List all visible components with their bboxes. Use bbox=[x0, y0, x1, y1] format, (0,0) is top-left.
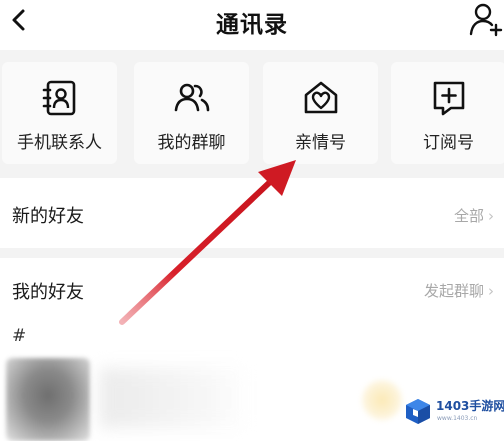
new-friends-row[interactable]: 新的好友 全部 › bbox=[0, 180, 504, 248]
my-friends-label: 我的好友 bbox=[12, 282, 84, 303]
start-group-chat-label: 发起群聊 bbox=[423, 282, 484, 300]
page-title: 通讯录 bbox=[216, 12, 288, 38]
watermark-url: www.1403.cn bbox=[437, 415, 478, 422]
subscription-icon bbox=[433, 81, 464, 116]
tile-phone-contacts[interactable]: 手机联系人 bbox=[2, 62, 117, 164]
avatar[interactable] bbox=[6, 358, 90, 441]
watermark-name: 1403手游网 bbox=[436, 399, 504, 413]
tile-group-chats[interactable]: 我的群聊 bbox=[134, 62, 249, 164]
chevron-right-icon: › bbox=[488, 282, 494, 300]
index-letter-header: # bbox=[12, 326, 27, 346]
blurred-decoration bbox=[362, 380, 402, 420]
tile-label: 我的群聊 bbox=[157, 133, 226, 153]
start-group-chat-link[interactable]: 发起群聊 › bbox=[424, 280, 494, 301]
group-chat-icon bbox=[174, 83, 209, 112]
tile-label: 订阅号 bbox=[423, 133, 474, 153]
chevron-right-icon: › bbox=[488, 207, 494, 225]
tile-subscriptions[interactable]: 订阅号 bbox=[391, 62, 504, 164]
family-number-icon bbox=[304, 81, 337, 114]
watermark: 1403手游网 www.1403.cn bbox=[404, 393, 504, 435]
contact-name-blurred[interactable] bbox=[100, 368, 250, 428]
tile-family-number[interactable]: 亲情号 bbox=[263, 62, 378, 164]
section-divider bbox=[0, 248, 504, 258]
phone-contacts-icon bbox=[42, 80, 75, 116]
tile-label: 亲情号 bbox=[295, 133, 346, 153]
new-friends-all-label: 全部 bbox=[453, 207, 484, 225]
watermark-logo-icon bbox=[406, 399, 430, 424]
nav-header: 通讯录 bbox=[0, 0, 504, 48]
new-friends-label: 新的好友 bbox=[12, 206, 84, 227]
tile-label: 手机联系人 bbox=[17, 133, 102, 153]
new-friends-all-link[interactable]: 全部 › bbox=[454, 205, 494, 226]
add-friend-icon[interactable] bbox=[468, 1, 504, 37]
